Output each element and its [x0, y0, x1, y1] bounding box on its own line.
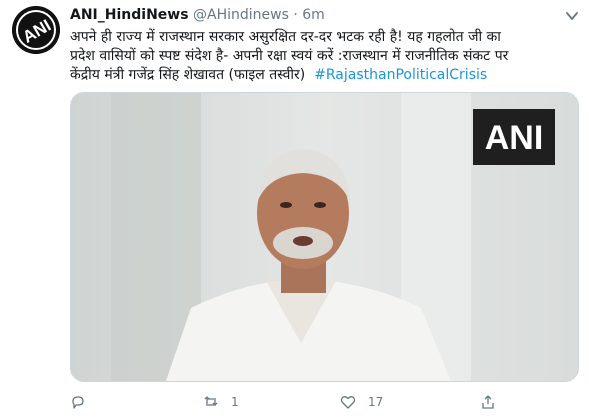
timestamp[interactable]: 6m — [302, 7, 325, 23]
like-count: 17 — [368, 395, 384, 409]
tweet-text: अपने ही राज्य में राजस्थान सरकार असुरक्ष… — [70, 28, 580, 85]
chevron-down-icon — [566, 12, 578, 20]
avatar[interactable]: ANI — [12, 6, 60, 54]
tweet-media-image[interactable]: ANI — [70, 92, 579, 382]
retweet-count: 1 — [231, 395, 239, 409]
share-button[interactable] — [480, 392, 496, 412]
tweet-text-line: प्रदेश वासियों को स्पष्ट संदेश है- अपनी … — [70, 48, 509, 64]
author-handle[interactable]: @AHindinews — [193, 7, 289, 23]
tweet-text-segment: केंद्रीय मंत्री गजेंद्र सिंह शेखावत (फाइ… — [70, 67, 306, 83]
retweet-button[interactable]: 1 — [203, 392, 239, 412]
share-icon — [482, 395, 494, 409]
hashtag-link[interactable]: #RajasthanPoliticalCrisis — [314, 67, 487, 83]
tweet-actions: 1 17 — [70, 392, 580, 412]
ani-logo-icon: ANI — [12, 6, 60, 54]
reply-button[interactable] — [70, 392, 98, 412]
tweet-text-line: केंद्रीय मंत्री गजेंद्र सिंह शेखावत (फाइ… — [70, 66, 580, 85]
media-photo: ANI — [71, 93, 578, 381]
more-options-button[interactable] — [565, 8, 579, 22]
separator-dot: · — [293, 7, 298, 23]
reply-icon — [72, 396, 84, 409]
media-watermark: ANI — [485, 119, 544, 157]
author-name[interactable]: ANI_HindiNews — [70, 7, 189, 23]
tweet-text-line: अपने ही राज्य में राजस्थान सरकार असुरक्ष… — [70, 29, 501, 45]
like-icon — [340, 396, 356, 409]
retweet-icon — [204, 396, 218, 406]
tweet-header: ANI_HindiNews @AHindinews · 6m — [70, 6, 325, 24]
like-button[interactable]: 17 — [340, 392, 383, 412]
tweet-card[interactable]: ANI ANI_HindiNews @AHindinews · 6m अपने … — [0, 0, 589, 418]
